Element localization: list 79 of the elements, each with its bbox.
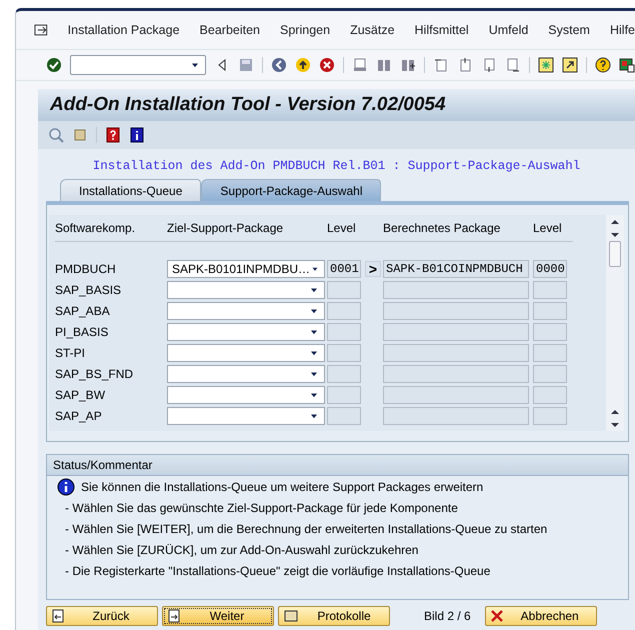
level-field xyxy=(327,323,361,341)
component-label: SAP_BW xyxy=(55,388,106,402)
tab[interactable]: Support-Package-Auswahl xyxy=(201,179,382,201)
info-icon xyxy=(57,478,75,496)
scrollbar-thumb[interactable] xyxy=(609,241,621,267)
checkmark-icon[interactable] xyxy=(46,57,62,73)
print-icon[interactable] xyxy=(352,57,368,73)
component-label: PI_BASIS xyxy=(55,325,110,339)
menu-item[interactable]: Umfeld xyxy=(488,23,528,37)
scrollbar[interactable] xyxy=(606,215,624,431)
scroll-arrows-icon[interactable] xyxy=(610,407,620,429)
menu-item[interactable]: Springen xyxy=(280,23,330,37)
back-icon[interactable] xyxy=(271,57,288,73)
status-message: Sie können die Installations-Queue um weitere Support Packages erweitern xyxy=(81,480,484,494)
component-label: SAP_BASIS xyxy=(55,283,122,297)
page-forward-icon[interactable] xyxy=(167,609,181,623)
level-field: 0001 xyxy=(327,260,361,278)
cancel-button[interactable]: Abbrechen xyxy=(484,606,597,626)
level-field xyxy=(533,386,567,404)
status-message: - Die Registerkarte "Installations-Queue" zeigt die vorläufige Installations-Queue xyxy=(65,564,490,578)
cancel-icon[interactable] xyxy=(319,57,336,73)
magnifier-icon[interactable] xyxy=(48,127,64,143)
arrow-button[interactable]: > xyxy=(365,261,381,277)
page-back-icon[interactable] xyxy=(51,609,65,623)
component-label: SAP_ABA xyxy=(55,304,111,318)
menu-item[interactable]: System xyxy=(548,23,590,37)
level-field xyxy=(533,281,567,299)
screen-title: Add-On Installation Tool - Version 7.02/0054 xyxy=(38,89,635,121)
exit-icon[interactable] xyxy=(295,57,312,73)
level-field xyxy=(327,344,361,362)
menu-item[interactable]: Installation Package xyxy=(68,23,180,37)
section-heading: Installation des Add-On PMDBUCH Rel.B01 : Support-Package-Auswahl xyxy=(92,159,582,173)
menu-item[interactable]: Bearbeiten xyxy=(200,23,260,37)
component-label: ST-PI xyxy=(55,346,86,360)
command-field[interactable] xyxy=(70,55,206,75)
column-header: Ziel-Support-Package xyxy=(167,221,327,242)
level-field xyxy=(533,344,567,362)
level-field xyxy=(327,386,361,404)
status-message: - Wählen Sie [ZURÜCK], um zur Add-On-Auswahl zurückzukehren xyxy=(65,542,418,556)
status-message: - Wählen Sie das gewünschte Ziel-Support-Package für jede Komponente xyxy=(65,500,458,514)
column-header: Level xyxy=(327,221,383,242)
menu-icon[interactable] xyxy=(34,24,48,36)
component-label: SAP_BS_FND xyxy=(55,367,134,381)
cancel-icon[interactable] xyxy=(490,609,504,623)
component-label: SAP_AP xyxy=(55,409,103,423)
log-button[interactable]: Protokolle xyxy=(278,606,390,626)
page-indicator: Bild 2 / 6 xyxy=(424,609,471,623)
level-field xyxy=(327,281,361,299)
calculated-package-field: SAPK-B01COINPMDBUCH xyxy=(383,260,529,278)
menu-item[interactable]: Zusätze xyxy=(350,23,395,37)
tab[interactable]: Installations-Queue xyxy=(60,179,202,201)
shortcut-icon[interactable] xyxy=(562,57,578,73)
help-icon[interactable] xyxy=(594,57,611,73)
status-panel-title: Status/Kommentar xyxy=(47,455,628,476)
first-page-icon[interactable] xyxy=(433,57,450,73)
status-message: - Wählen Sie [WEITER], um die Berechnung der erweiterten Installations-Queue zu starten xyxy=(65,522,548,536)
menu-item[interactable]: Hilfsmittel xyxy=(414,23,469,37)
level-field xyxy=(327,365,361,383)
level-field: 0000 xyxy=(533,260,567,278)
back-button[interactable]: Zurück xyxy=(46,606,158,626)
package-dropdown[interactable]: SAPK-B0101INPMDBU… xyxy=(167,260,325,278)
scroll-arrows-icon[interactable] xyxy=(610,217,620,239)
new-session-icon[interactable] xyxy=(538,57,554,73)
level-field xyxy=(533,365,567,383)
level-field xyxy=(533,407,567,425)
level-field xyxy=(533,302,567,320)
level-field xyxy=(327,407,361,425)
column-header: Berechnetes Package xyxy=(383,221,533,242)
help-book-icon[interactable] xyxy=(105,127,121,143)
next-button[interactable]: Weiter xyxy=(162,606,274,626)
level-field xyxy=(327,302,361,320)
component-label: PMDBUCH xyxy=(55,262,117,276)
layout-icon[interactable] xyxy=(618,57,635,73)
last-page-icon[interactable] xyxy=(505,57,522,73)
info-icon[interactable] xyxy=(129,127,145,143)
menu-item[interactable]: Hilfe xyxy=(610,23,635,37)
level-field xyxy=(533,323,567,341)
column-header: Softwarekomp. xyxy=(55,221,167,242)
column-header: Level xyxy=(533,221,573,242)
